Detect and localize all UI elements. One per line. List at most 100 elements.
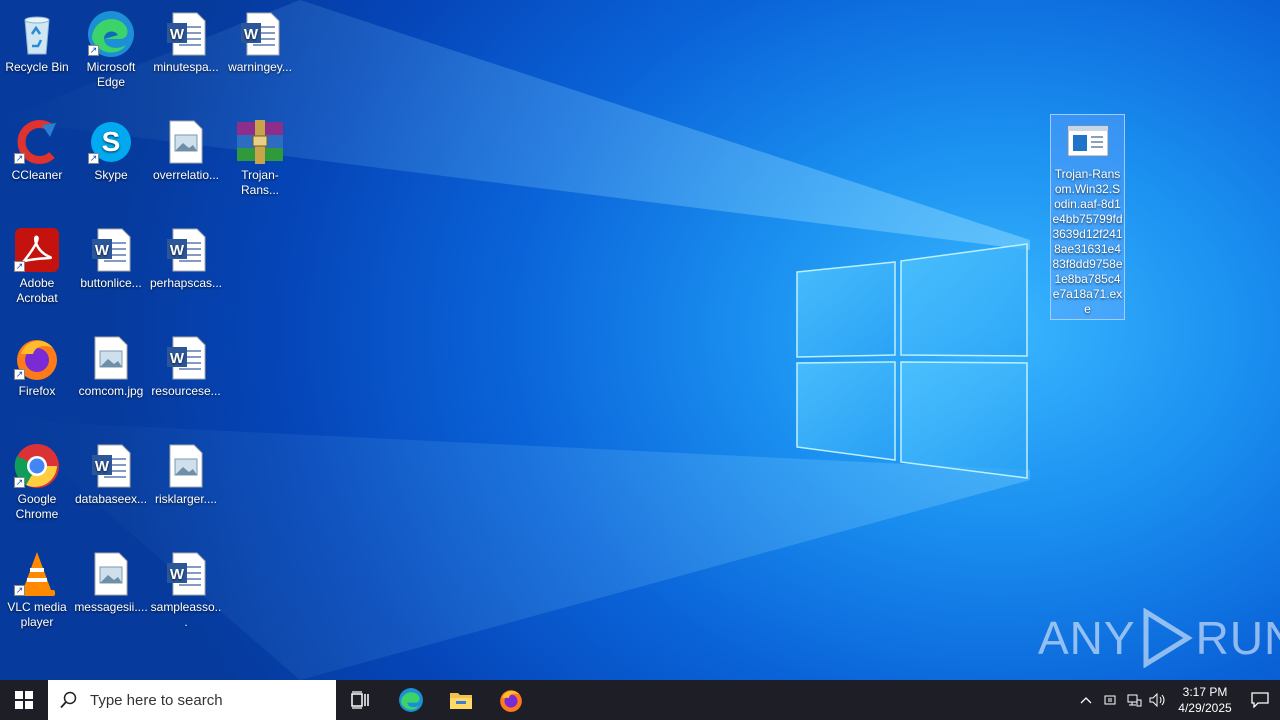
taskbar: 3:17 PM 4/29/2025 (0, 680, 1280, 720)
icon-label: Adobe Acrobat (16, 276, 58, 305)
executable-file-icon (1067, 125, 1108, 157)
watermark-right-text: RUN (1195, 612, 1280, 664)
edge-icon (399, 688, 423, 712)
desktop-icon-recycle-bin[interactable]: Recycle Bin (0, 8, 74, 75)
icon-label: comcom.jpg (78, 384, 144, 398)
desktop[interactable]: Recycle Bin ↗ CCleaner ↗ Adobe Acrobat ↗… (0, 0, 1280, 680)
icon-label: Recycle Bin (5, 60, 69, 74)
tray-volume-button[interactable] (1146, 680, 1170, 720)
notification-icon (1251, 692, 1269, 708)
folder-icon (450, 693, 472, 709)
taskbar-file-explorer-button[interactable] (436, 680, 486, 720)
taskbar-firefox-button[interactable] (486, 680, 536, 720)
word-document-icon: W (167, 552, 206, 596)
svg-text:W: W (170, 242, 185, 259)
desktop-icon-image-file[interactable]: overrelatio... (149, 116, 223, 183)
windows-logo-icon (15, 691, 33, 709)
icon-label: Firefox (18, 384, 56, 398)
icon-label: databaseex... (74, 492, 148, 506)
word-document-icon: W (92, 444, 131, 488)
svg-text:S: S (102, 126, 121, 157)
desktop-icon-word-document[interactable]: W sampleasso... (149, 548, 223, 630)
word-document-icon: W (241, 12, 280, 56)
desktop-icon-microsoft-edge[interactable]: ↗ Microsoft Edge (74, 8, 148, 90)
icon-label: Trojan-Ransom.Win32.Sodin.aaf-8d1e4bb757… (1052, 167, 1123, 316)
task-view-icon (351, 691, 369, 709)
usb-device-icon (1104, 695, 1116, 705)
desktop-icon-word-document[interactable]: W minutespa... (149, 8, 223, 75)
desktop-icon-google-chrome[interactable]: ↗ Google Chrome (0, 440, 74, 522)
show-hidden-icons-button[interactable] (1074, 680, 1098, 720)
icon-label: sampleasso... (150, 600, 222, 629)
icon-label: Skype (94, 168, 128, 182)
desktop-icon-image-file[interactable]: risklarger.... (149, 440, 223, 507)
word-document-icon: W (167, 228, 206, 272)
word-document-icon: W (92, 228, 131, 272)
taskbar-edge-button[interactable] (386, 680, 436, 720)
icon-label: CCleaner (11, 168, 63, 182)
svg-text:W: W (95, 458, 110, 475)
tray-network-button[interactable] (1122, 680, 1146, 720)
shortcut-arrow-icon: ↗ (14, 585, 25, 596)
shortcut-arrow-icon: ↗ (88, 45, 99, 56)
recycle-bin-icon (24, 16, 50, 55)
icon-label: warningey... (228, 60, 292, 74)
network-icon (1127, 694, 1142, 707)
taskbar-clock[interactable]: 3:17 PM 4/29/2025 (1170, 684, 1240, 716)
watermark-left-text: ANY (1038, 612, 1136, 664)
shortcut-arrow-icon: ↗ (14, 369, 25, 380)
start-button[interactable] (0, 680, 48, 720)
icon-label: perhapscas... (149, 276, 223, 290)
word-document-icon: W (167, 336, 206, 380)
image-file-icon (169, 444, 203, 488)
search-icon (60, 691, 77, 709)
image-file-icon (94, 552, 128, 596)
desktop-icon-word-document[interactable]: W warningey... (223, 8, 297, 75)
shortcut-arrow-icon: ↗ (14, 261, 25, 272)
shortcut-arrow-icon: ↗ (14, 153, 25, 164)
desktop-icon-vlc[interactable]: ↗ VLC media player (0, 548, 74, 630)
anyrun-watermark: ANY RUN (1038, 608, 1280, 668)
desktop-icon-word-document[interactable]: W databaseex... (74, 440, 148, 507)
search-input[interactable] (90, 691, 310, 709)
desktop-icon-adobe-acrobat[interactable]: ↗ Adobe Acrobat (0, 224, 74, 306)
clock-date: 4/29/2025 (1178, 701, 1232, 715)
icon-label: risklarger.... (154, 492, 217, 506)
firefox-icon (500, 690, 522, 712)
desktop-icon-skype[interactable]: S ↗ Skype (74, 116, 148, 183)
tray-device-button[interactable] (1098, 680, 1122, 720)
desktop-icon-word-document[interactable]: W resourcese... (149, 332, 223, 399)
chevron-up-icon (1080, 697, 1092, 704)
svg-text:W: W (170, 26, 185, 43)
icon-label: Trojan-Rans... (240, 168, 279, 197)
svg-text:W: W (244, 26, 259, 43)
winrar-archive-icon (237, 120, 283, 164)
desktop-icon-ccleaner[interactable]: ↗ CCleaner (0, 116, 74, 183)
taskbar-search-box[interactable] (48, 680, 336, 720)
desktop-icon-winrar-archive[interactable]: Trojan-Rans... (223, 116, 297, 198)
clock-time: 3:17 PM (1182, 685, 1228, 699)
icon-label: minutespa... (153, 60, 219, 74)
image-file-icon (169, 120, 203, 164)
icon-label: VLC media player (7, 600, 67, 629)
desktop-icon-image-file[interactable]: messagesii.... (74, 548, 148, 615)
task-view-button[interactable] (336, 680, 386, 720)
icon-label: Google Chrome (15, 492, 59, 521)
icon-label: resourcese... (151, 384, 221, 398)
shortcut-arrow-icon: ↗ (88, 153, 99, 164)
system-tray: 3:17 PM 4/29/2025 (1074, 680, 1280, 720)
desktop-icon-word-document[interactable]: W perhapscas... (149, 224, 223, 291)
desktop-icon-selected-executable[interactable]: Trojan-Ransom.Win32.Sodin.aaf-8d1e4bb757… (1050, 114, 1125, 320)
icon-label: overrelatio... (152, 168, 220, 182)
action-center-button[interactable] (1240, 680, 1280, 720)
svg-text:W: W (170, 566, 185, 583)
icon-label: Microsoft Edge (86, 60, 136, 89)
desktop-icon-firefox[interactable]: ↗ Firefox (0, 332, 74, 399)
desktop-icon-word-document[interactable]: W buttonlice... (74, 224, 148, 291)
svg-text:W: W (95, 242, 110, 259)
desktop-icon-image-file[interactable]: comcom.jpg (74, 332, 148, 399)
word-document-icon: W (167, 12, 206, 56)
play-icon (1143, 608, 1193, 668)
speaker-icon (1149, 693, 1165, 707)
svg-text:W: W (170, 350, 185, 367)
